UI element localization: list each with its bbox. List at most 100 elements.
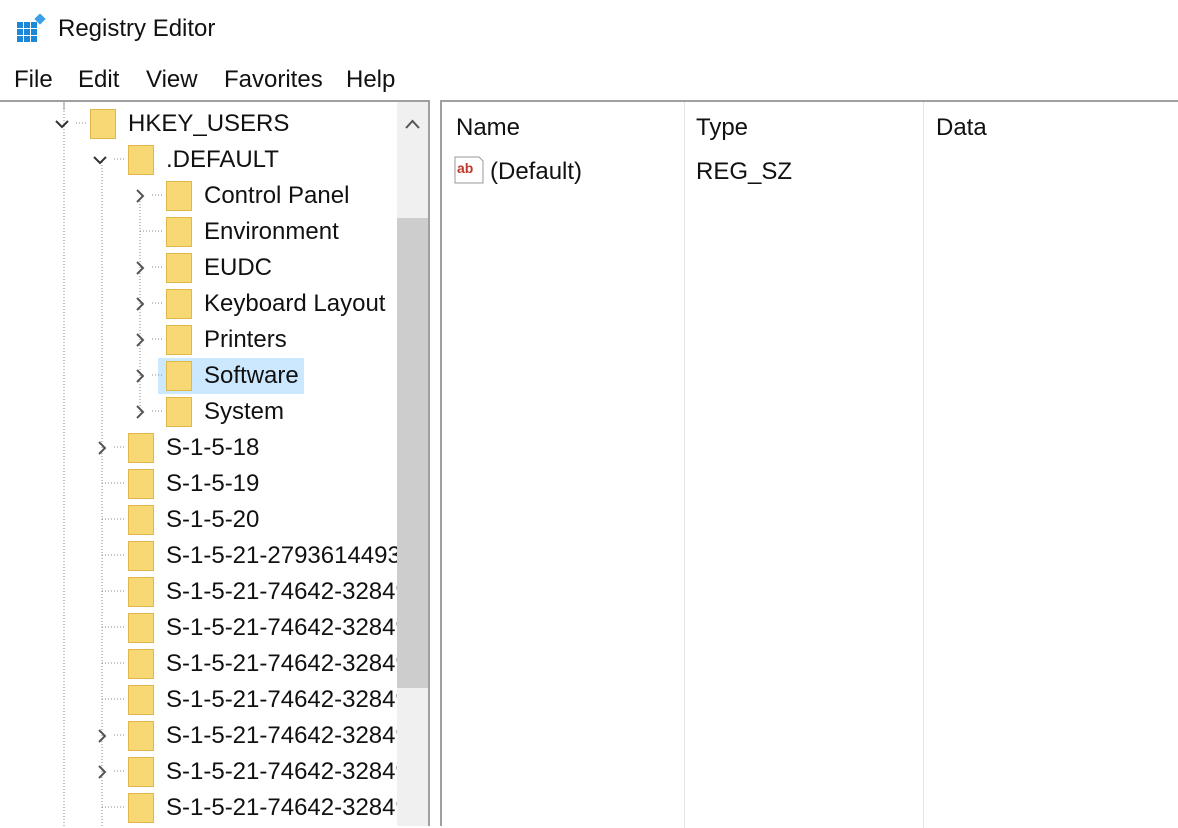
chevron-right-icon[interactable] bbox=[132, 368, 148, 384]
tree-item-sid[interactable]: S-1-5-19 bbox=[0, 466, 396, 502]
tree-item-label: HKEY_USERS bbox=[128, 110, 290, 137]
folder-icon bbox=[128, 721, 154, 751]
tree-item-label: Software bbox=[204, 362, 299, 389]
tree-item-sid[interactable]: S-1-5-18 bbox=[0, 430, 396, 466]
tree-item-sid[interactable]: S-1-5-21-74642-32849 bbox=[0, 646, 409, 682]
chevron-right-icon[interactable] bbox=[94, 440, 110, 456]
folder-icon bbox=[90, 109, 116, 139]
registry-editor-icon bbox=[17, 14, 46, 42]
tree-item-keyboard-layout[interactable]: Keyboard Layout bbox=[0, 286, 396, 322]
tree-connector bbox=[114, 158, 126, 160]
tree-item-sid[interactable]: S-1-5-21-74642-32849 bbox=[0, 718, 409, 754]
tree-item-label: S-1-5-21-74642-32849 bbox=[166, 614, 409, 641]
folder-icon bbox=[128, 577, 154, 607]
title-bar: Registry Editor bbox=[0, 0, 1178, 58]
tree-item-sid[interactable]: S-1-5-21-74642-32849 bbox=[0, 790, 409, 826]
tree-item-label: S-1-5-21-74642-32849 bbox=[166, 578, 409, 605]
chevron-right-icon[interactable] bbox=[94, 728, 110, 744]
tree-item-software[interactable]: Software bbox=[0, 358, 396, 394]
folder-icon bbox=[166, 397, 192, 427]
folder-icon bbox=[128, 649, 154, 679]
folder-icon bbox=[166, 253, 192, 283]
menu-bar: File Edit View Favorites Help bbox=[0, 62, 1178, 98]
value-type: REG_SZ bbox=[696, 158, 793, 185]
value-row[interactable]: ab (Default) REG_SZ bbox=[442, 152, 1178, 188]
column-header-name[interactable]: Name bbox=[456, 114, 520, 142]
tree-connector bbox=[102, 482, 126, 484]
folder-icon bbox=[128, 757, 154, 787]
folder-icon bbox=[128, 541, 154, 571]
tree-item-label: EUDC bbox=[204, 254, 273, 281]
folder-icon bbox=[128, 469, 154, 499]
menu-help[interactable]: Help bbox=[346, 66, 395, 94]
tree-item-label: S-1-5-21-74642-32849 bbox=[166, 722, 409, 749]
tree-connector bbox=[152, 266, 164, 268]
chevron-right-icon[interactable] bbox=[132, 188, 148, 204]
menu-favorites[interactable]: Favorites bbox=[224, 66, 323, 94]
values-list-pane[interactable]: Name Type Data ab (Default) REG_SZ bbox=[440, 100, 1178, 828]
chevron-up-icon[interactable] bbox=[397, 110, 428, 140]
tree-connector bbox=[114, 770, 126, 772]
folder-icon bbox=[166, 181, 192, 211]
tree-connector bbox=[152, 410, 164, 412]
chevron-down-icon[interactable] bbox=[92, 152, 108, 168]
tree-item-sid[interactable]: S-1-5-21-2793614493- bbox=[0, 538, 409, 574]
column-divider[interactable] bbox=[684, 102, 685, 828]
folder-icon bbox=[166, 217, 192, 247]
chevron-right-icon[interactable] bbox=[132, 404, 148, 420]
tree-connector bbox=[152, 374, 164, 376]
tree-scrollbar[interactable] bbox=[397, 102, 428, 826]
tree-connector bbox=[102, 806, 126, 808]
column-header-type[interactable]: Type bbox=[696, 114, 748, 142]
tree-connector bbox=[102, 662, 126, 664]
menu-file[interactable]: File bbox=[14, 66, 53, 94]
tree-item-control-panel[interactable]: Control Panel bbox=[0, 178, 396, 214]
tree-item-sid[interactable]: S-1-5-21-74642-32849 bbox=[0, 574, 409, 610]
folder-icon bbox=[166, 325, 192, 355]
tree-item-hkey-users[interactable]: HKEY_USERS bbox=[0, 106, 396, 142]
tree-item-system[interactable]: System bbox=[0, 394, 396, 430]
tree-item-default[interactable]: .DEFAULT bbox=[0, 142, 396, 178]
tree-item-label: S-1-5-21-74642-32849 bbox=[166, 686, 409, 713]
tree-item-label: S-1-5-18 bbox=[166, 434, 260, 461]
tree-item-label: .DEFAULT bbox=[166, 146, 279, 173]
column-header-data[interactable]: Data bbox=[936, 114, 987, 142]
tree-connector bbox=[114, 446, 126, 448]
key-tree-pane[interactable]: HKEY_USERS .DEFAULT Control Panel Enviro… bbox=[0, 100, 430, 826]
chevron-down-icon[interactable] bbox=[54, 116, 70, 132]
value-name: (Default) bbox=[490, 158, 583, 185]
tree-item-label: Keyboard Layout bbox=[204, 290, 386, 317]
menu-view[interactable]: View bbox=[146, 66, 198, 94]
chevron-right-icon[interactable] bbox=[94, 764, 110, 780]
string-value-icon: ab bbox=[454, 156, 484, 184]
tree-item-eudc[interactable]: EUDC bbox=[0, 250, 396, 286]
tree-connector bbox=[76, 122, 88, 124]
tree-item-label: S-1-5-21-74642-32849 bbox=[166, 794, 409, 821]
tree-connector bbox=[102, 554, 126, 556]
chevron-right-icon[interactable] bbox=[132, 296, 148, 312]
tree-item-sid[interactable]: S-1-5-20 bbox=[0, 502, 396, 538]
menu-edit[interactable]: Edit bbox=[78, 66, 119, 94]
folder-icon bbox=[128, 793, 154, 823]
tree-connector bbox=[102, 698, 126, 700]
tree-connector bbox=[152, 194, 164, 196]
column-divider[interactable] bbox=[923, 102, 924, 828]
folder-icon bbox=[128, 613, 154, 643]
chevron-right-icon[interactable] bbox=[132, 332, 148, 348]
folder-icon bbox=[128, 505, 154, 535]
tree-item-sid[interactable]: S-1-5-21-74642-32849 bbox=[0, 610, 409, 646]
tree-item-sid[interactable]: S-1-5-21-74642-32849 bbox=[0, 682, 409, 718]
tree-item-environment[interactable]: Environment bbox=[0, 214, 396, 250]
folder-icon bbox=[128, 685, 154, 715]
tree-item-printers[interactable]: Printers bbox=[0, 322, 396, 358]
tree-item-label: System bbox=[204, 398, 285, 425]
folder-icon bbox=[128, 145, 154, 175]
scrollbar-thumb[interactable] bbox=[397, 218, 428, 688]
tree-item-label: S-1-5-20 bbox=[166, 506, 260, 533]
chevron-right-icon[interactable] bbox=[132, 260, 148, 276]
svg-text:ab: ab bbox=[457, 160, 473, 176]
tree-item-label: Environment bbox=[204, 218, 339, 245]
tree-item-sid[interactable]: S-1-5-21-74642-32849 bbox=[0, 754, 409, 790]
folder-icon bbox=[128, 433, 154, 463]
tree-item-label: S-1-5-21-2793614493- bbox=[166, 542, 409, 569]
